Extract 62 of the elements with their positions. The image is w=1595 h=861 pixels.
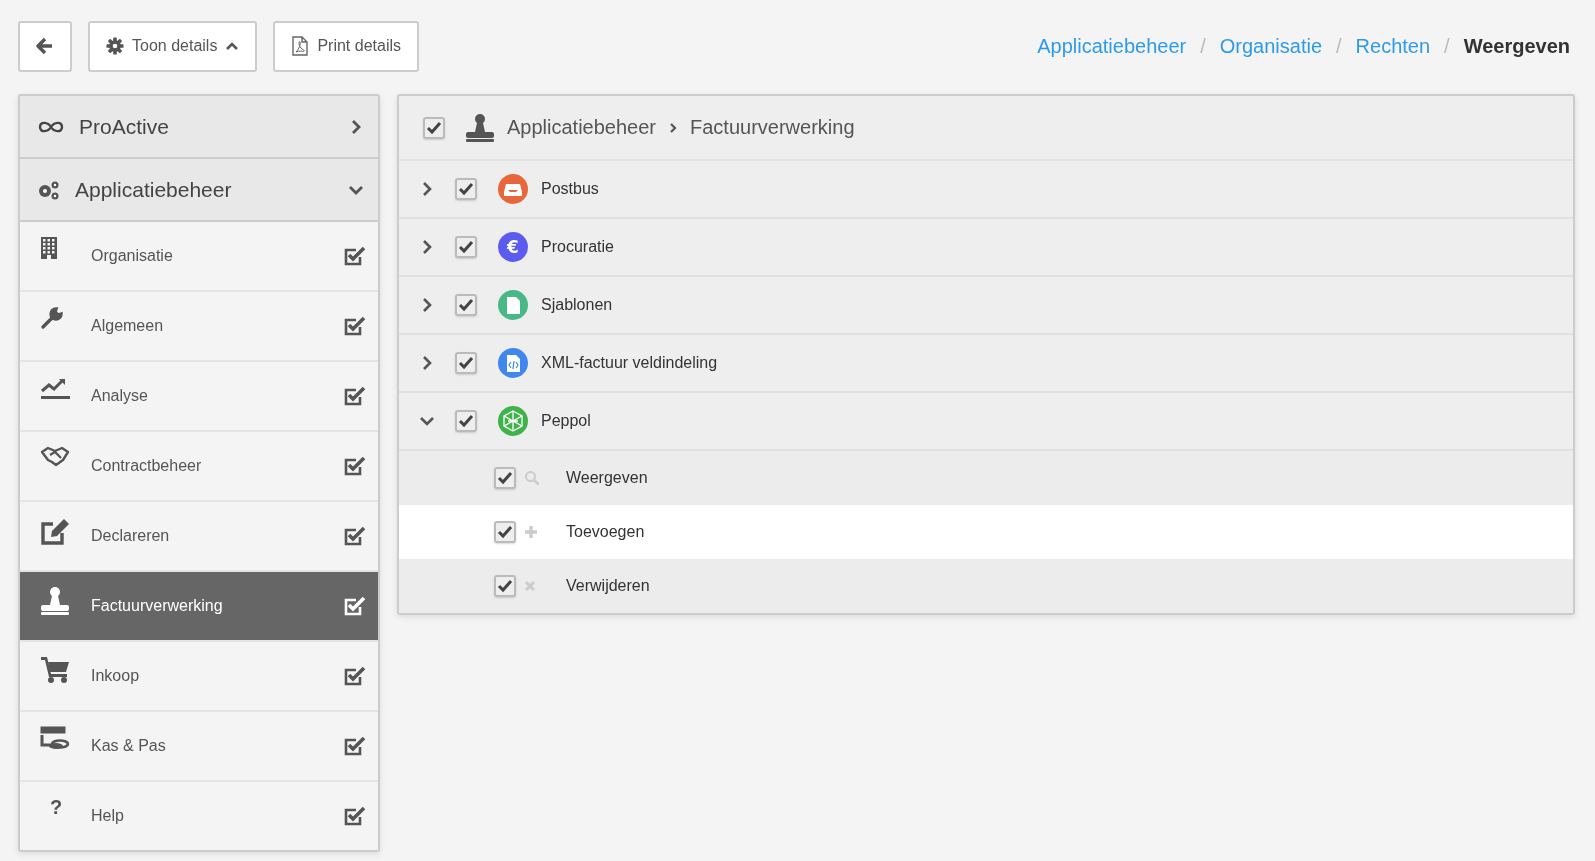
- checkbox[interactable]: [423, 116, 445, 139]
- sidebar-item[interactable]: Factuurverwerking: [20, 572, 378, 642]
- sidebar-item[interactable]: ? Help: [20, 782, 378, 850]
- checkbox-icon[interactable]: [343, 525, 367, 547]
- breadcrumb-separator: /: [1336, 34, 1342, 58]
- tree-node[interactable]: € Procuratie: [399, 219, 1573, 277]
- tree-node[interactable]: Sjablonen: [399, 277, 1573, 335]
- checkbox-icon[interactable]: [343, 455, 367, 477]
- checkbox[interactable]: [455, 294, 477, 316]
- breadcrumb-separator: /: [1444, 34, 1450, 58]
- permission-row[interactable]: Toevoegen: [399, 505, 1573, 559]
- arrow-left-icon: [36, 37, 54, 55]
- stamp-icon: [465, 112, 495, 143]
- toon-details-button[interactable]: Toon details: [88, 20, 258, 72]
- checkbox[interactable]: [494, 575, 516, 597]
- edit-icon: [40, 516, 70, 546]
- permission-row[interactable]: Weergeven: [399, 451, 1573, 505]
- permission-row[interactable]: Verwijderen: [399, 559, 1573, 613]
- checkbox-icon[interactable]: [343, 315, 367, 337]
- tree-node[interactable]: XML-factuur veldindeling: [399, 335, 1573, 393]
- close-icon: [524, 580, 536, 592]
- checkbox-icon[interactable]: [343, 595, 367, 617]
- pdf-file-icon: [291, 36, 310, 56]
- search-icon: [524, 470, 540, 486]
- checkbox-icon[interactable]: [343, 735, 367, 757]
- checkbox[interactable]: [455, 178, 477, 200]
- wrench-icon: [40, 306, 64, 330]
- checkbox[interactable]: [455, 352, 477, 374]
- plus-icon: [524, 525, 538, 539]
- sidebar-section[interactable]: ProActive: [20, 96, 378, 159]
- sidebar-item[interactable]: Organisatie: [20, 222, 378, 292]
- back-button[interactable]: [18, 20, 72, 72]
- gear-icon: [106, 37, 124, 55]
- sidebar-item[interactable]: Algemeen: [20, 292, 378, 362]
- sidebar-section[interactable]: Applicatiebeheer: [20, 159, 378, 222]
- sidebar-item[interactable]: Contractbeheer: [20, 432, 378, 502]
- print-details-button[interactable]: Print details: [273, 20, 419, 72]
- checkbox-icon[interactable]: [343, 245, 367, 267]
- card-coins-icon: [40, 726, 70, 750]
- handshake-icon: [40, 446, 70, 468]
- checkbox-icon[interactable]: [343, 665, 367, 687]
- sidebar-item[interactable]: Analyse: [20, 362, 378, 432]
- euro-circle-icon: €: [497, 231, 529, 263]
- cart-icon: [40, 656, 70, 684]
- breadcrumb-current: Weergeven: [1463, 34, 1570, 58]
- path-label: Factuurverwerking: [690, 116, 855, 139]
- breadcrumb-separator: /: [1200, 34, 1206, 58]
- checkbox-icon[interactable]: [343, 805, 367, 827]
- sidebar-item[interactable]: Inkoop: [20, 642, 378, 712]
- sidebar-item[interactable]: Kas & Pas: [20, 712, 378, 782]
- checkbox[interactable]: [494, 521, 516, 543]
- stamp-icon: [40, 586, 70, 616]
- checkbox[interactable]: [494, 467, 516, 489]
- checkbox[interactable]: [455, 410, 477, 432]
- path-label: Applicatiebeheer: [507, 116, 656, 139]
- chevron-icon: [668, 121, 678, 134]
- building-icon: [40, 236, 58, 260]
- tree-node[interactable]: Postbus: [399, 161, 1573, 219]
- chart-line-icon: [40, 376, 70, 400]
- checkbox-icon[interactable]: [343, 385, 367, 407]
- question-icon: ?: [50, 796, 63, 819]
- checkbox[interactable]: [455, 236, 477, 258]
